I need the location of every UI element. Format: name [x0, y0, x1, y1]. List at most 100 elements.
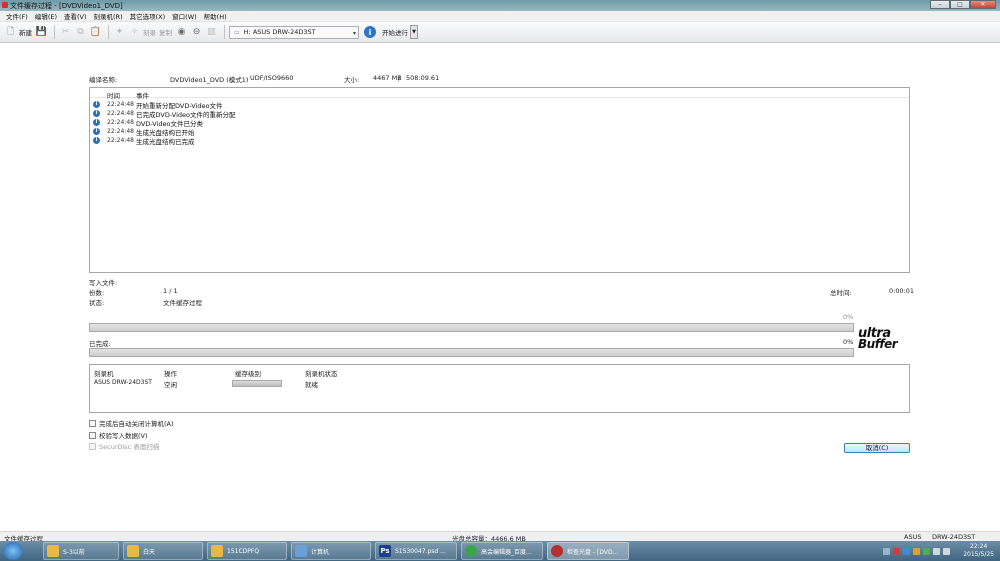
taskbar-item[interactable]: 检查光盘 - [DVD...: [547, 542, 629, 560]
log-col-event[interactable]: 事件: [136, 90, 149, 100]
shutdown-label: 完成后自动关闭计算机(A): [99, 420, 174, 428]
size-separator: /: [398, 74, 401, 82]
paste-icon[interactable]: 📋: [89, 26, 102, 39]
rec-col-buffer[interactable]: 缓存级别: [235, 368, 261, 378]
taskbar-item[interactable]: 151CDPFQ: [207, 542, 287, 560]
log-time: 22:24:48: [107, 128, 134, 135]
copy-icon[interactable]: ⧉: [74, 26, 87, 39]
taskbar-item[interactable]: 高会编辑器_百度...: [461, 542, 543, 560]
verify-checkbox[interactable]: 校验写入数据(V): [89, 430, 148, 440]
taskbar-item-label: 检查光盘 - [DVD...: [567, 548, 619, 556]
taskbar-item-label: 计算机: [311, 548, 330, 556]
recorder-table[interactable]: 刻录机 操作 缓存级别 刻录机状态 ASUS DRW-24D3ST 空闲 就绪: [89, 364, 910, 413]
menu-view[interactable]: 查看(V): [64, 11, 87, 21]
taskbar-item-label: S1530047.psd ...: [395, 547, 446, 555]
drive-select[interactable]: ▭ H: ASUS DRW-24D3ST ▾: [229, 25, 359, 39]
info-icon[interactable]: i: [364, 26, 376, 38]
info-icon: i: [93, 101, 100, 108]
status-value: 文件缓存过程: [163, 299, 202, 307]
burn-icon: ✧: [130, 27, 139, 37]
photoshop-icon: Ps: [379, 545, 391, 557]
start-button[interactable]: 开始进行 ▼: [382, 25, 418, 39]
taskbar-item[interactable]: S-3以前: [43, 542, 119, 560]
toolbar-separator: [224, 25, 225, 39]
logo-line-2: Buffer: [858, 337, 898, 351]
taskbar-item-label: 白天: [143, 548, 156, 556]
copies-label: 份数:: [89, 289, 105, 297]
rec-col-recorder[interactable]: 刻录机: [94, 368, 114, 378]
checkbox-box[interactable]: [89, 431, 96, 439]
title-bar: 文件缓存过程 - [DVDVideo1_DVD] – □ ✕: [0, 0, 1000, 11]
wizard-icon[interactable]: ✦: [113, 26, 126, 39]
info-icon: i: [93, 110, 100, 117]
log-col-time[interactable]: 时间: [107, 90, 120, 100]
compile-name-label: 编译名称:: [89, 76, 118, 84]
log-time: 22:24:48: [107, 110, 134, 117]
rec-col-status[interactable]: 刻录机状态: [305, 368, 338, 378]
erase-icon[interactable]: ▥: [205, 26, 218, 39]
rec-col-action[interactable]: 操作: [164, 368, 177, 378]
securdisc-checkbox: SecurDisc 表面扫描: [89, 441, 159, 451]
minimize-button[interactable]: –: [930, 0, 950, 9]
folder-icon: [47, 545, 59, 557]
copy-label: 复制: [159, 29, 172, 37]
network-icon[interactable]: [933, 547, 941, 555]
stop-icon[interactable]: ⊖: [190, 26, 203, 39]
tray-app-icon[interactable]: [903, 547, 911, 555]
copies-value: 1 / 1: [163, 287, 178, 295]
chevron-down-icon[interactable]: ▼: [410, 25, 418, 39]
toolbar: 🗋 新建 💾 ✂ ⧉ 📋 ✦ ✧ 刻录 复制 ◉ ⊖ ▥ ▭ H: ASUS D…: [0, 22, 1000, 43]
elapsed-label: 总时间:: [830, 289, 852, 297]
securdisc-label: SecurDisc 表面扫描: [99, 443, 160, 451]
nero-icon: [551, 545, 563, 557]
new-document-icon: 🗋: [6, 27, 15, 37]
menu-help[interactable]: 帮助(H): [204, 11, 227, 21]
app-icon: [2, 2, 8, 8]
computer-icon: [295, 545, 307, 557]
tray-expand-icon[interactable]: [883, 547, 891, 555]
close-button[interactable]: ✕: [970, 0, 996, 9]
shutdown-checkbox[interactable]: 完成后自动关闭计算机(A): [89, 418, 174, 428]
browser-icon: [465, 545, 477, 557]
tray-app-icon[interactable]: [923, 547, 931, 555]
volume-icon[interactable]: [943, 547, 951, 555]
menu-file[interactable]: 文件(F): [6, 11, 28, 21]
start-orb-icon[interactable]: [3, 542, 23, 560]
drive-short: ASUS: [904, 533, 922, 541]
cancel-button[interactable]: 取消(C): [844, 443, 910, 453]
menu-window[interactable]: 窗口(W): [172, 11, 197, 21]
new-button[interactable]: 🗋 新建: [4, 24, 32, 40]
info-icon: i: [93, 137, 100, 144]
toolbar-separator: [54, 25, 55, 39]
event-log[interactable]: 时间 事件 i 22:24:48 开始重新分配DVD-Video文件 i 22:…: [89, 87, 910, 273]
clock-time: 22:24: [969, 543, 988, 550]
burn-button[interactable]: ✧ 刻录: [128, 24, 156, 40]
verify-label: 校验写入数据(V): [99, 432, 148, 440]
save-icon[interactable]: 💾: [35, 26, 48, 39]
burn-label: 刻录: [143, 29, 156, 37]
taskbar-item[interactable]: 计算机: [291, 542, 371, 560]
log-time: 22:24:48: [107, 101, 134, 108]
tray-app-icon[interactable]: [893, 547, 901, 555]
disc-icon[interactable]: ◉: [175, 26, 188, 39]
completed-label: 已完成:: [89, 340, 111, 348]
maximize-button[interactable]: □: [950, 0, 970, 9]
copy-disc-button[interactable]: 复制: [159, 24, 172, 40]
taskbar-item[interactable]: Ps S1530047.psd ...: [375, 542, 457, 560]
size-label: 大小:: [344, 76, 360, 84]
window-title: 文件缓存过程 - [DVDVideo1_DVD]: [10, 2, 123, 10]
drive-icon: ▭: [234, 28, 240, 36]
drive-value: H: ASUS DRW-24D3ST: [243, 28, 316, 36]
taskbar-item[interactable]: 白天: [123, 542, 203, 560]
folder-icon: [127, 545, 139, 557]
ultrabuffer-logo: ultra Buffer: [858, 327, 912, 352]
cut-icon[interactable]: ✂: [59, 26, 72, 39]
tray-app-icon[interactable]: [913, 547, 921, 555]
clock[interactable]: 22:24 2015/5/25: [963, 543, 994, 559]
log-time: 22:24:48: [107, 137, 134, 144]
menu-edit[interactable]: 编辑(E): [35, 11, 57, 21]
menu-recorder[interactable]: 刻录机(R): [94, 11, 123, 21]
window-controls: – □ ✕: [930, 0, 996, 10]
checkbox-box[interactable]: [89, 419, 96, 427]
menu-extras[interactable]: 其它选项(X): [130, 11, 166, 21]
